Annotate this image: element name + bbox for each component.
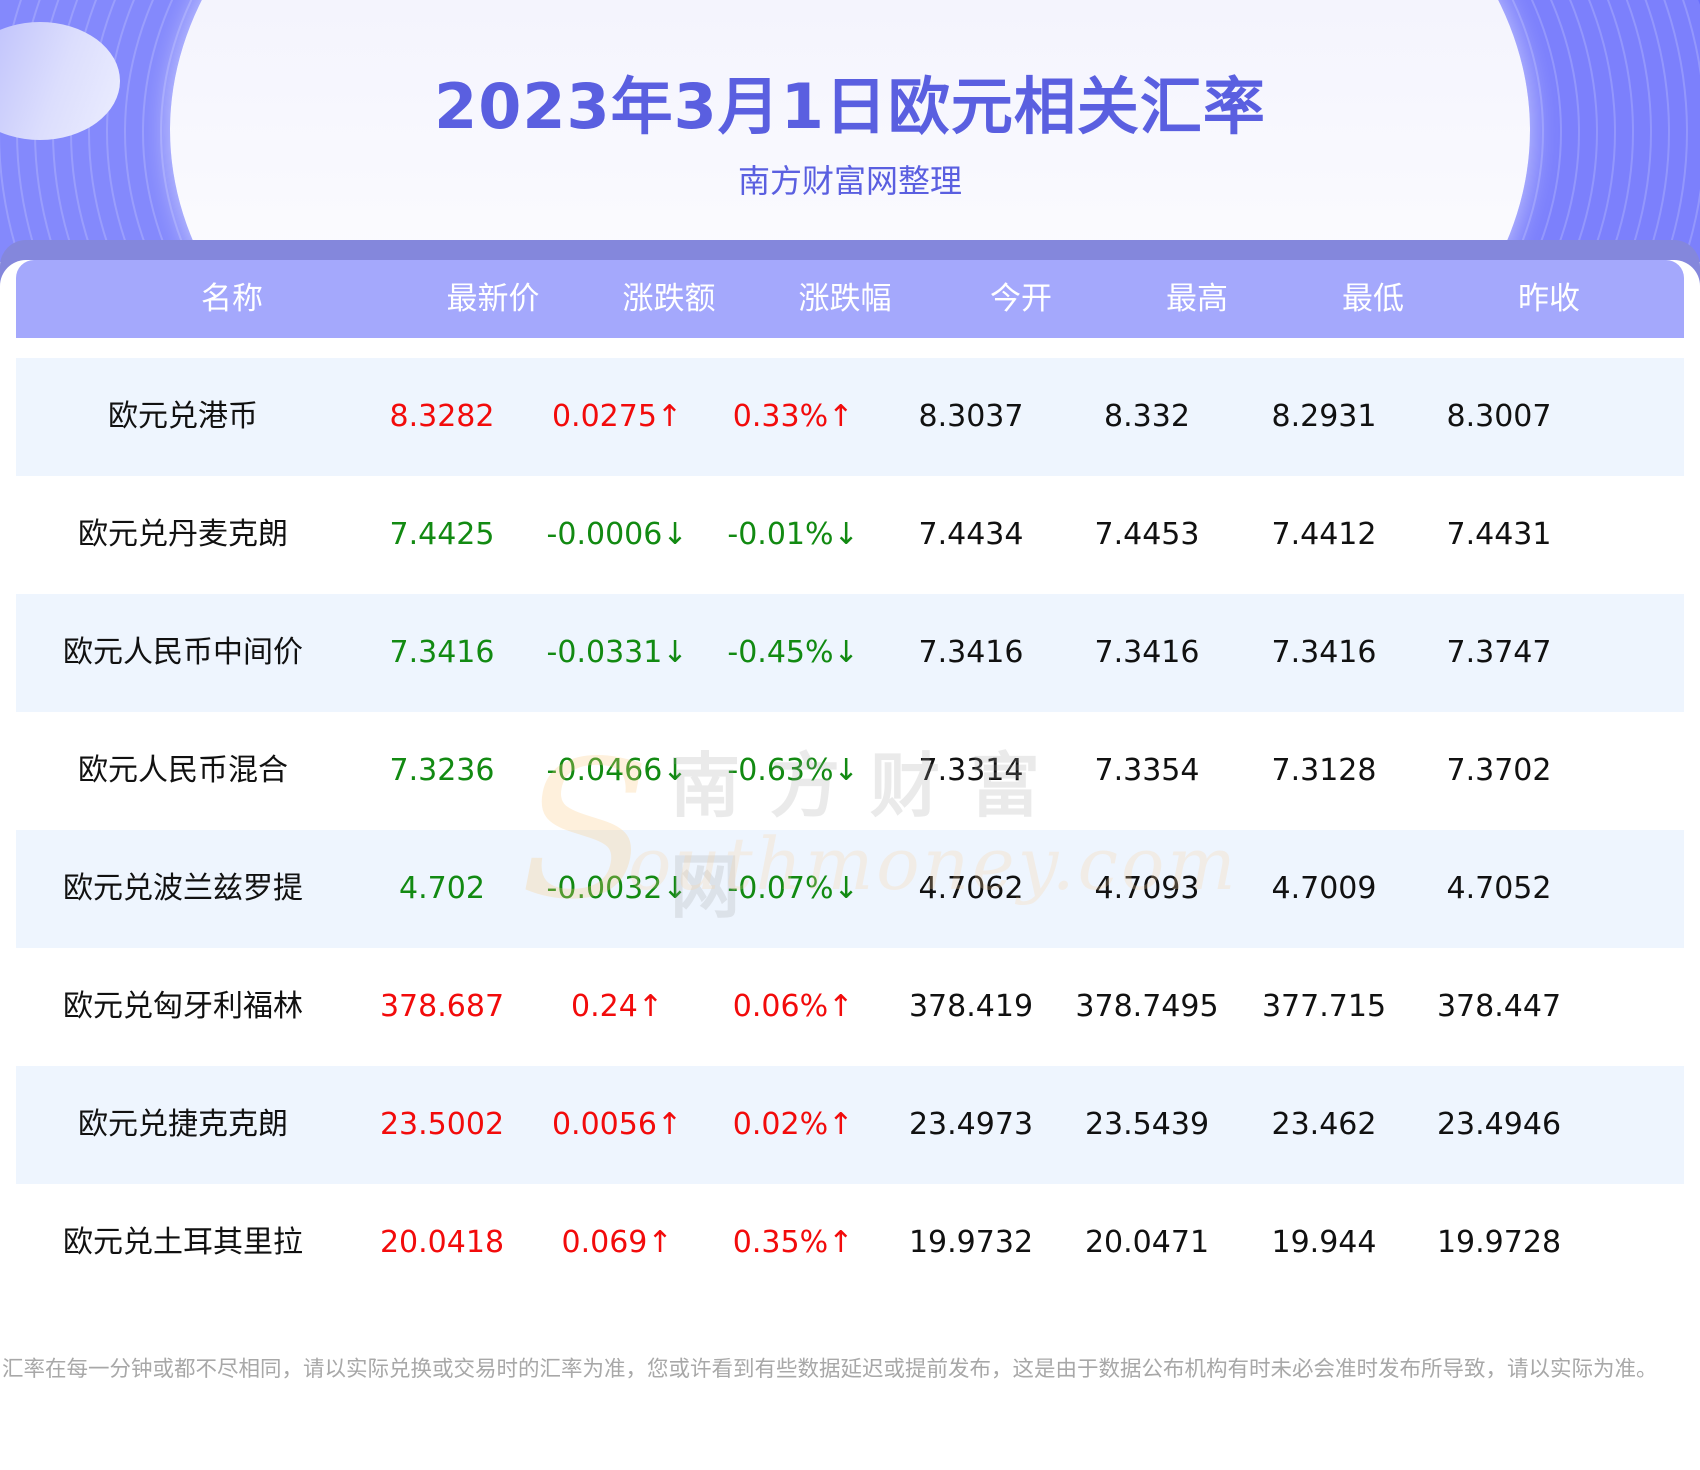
cell-low: 23.462 [1271, 1107, 1377, 1142]
cell-low: 7.4412 [1271, 517, 1377, 552]
cell-high: 8.332 [1104, 399, 1190, 434]
column-header-low: 最低 [1342, 281, 1404, 317]
cell-pct: -0.07%↓ [727, 871, 859, 906]
table-header-row: 名称 最新价 涨跌额 涨跌幅 今开 最高 最低 昨收 [16, 260, 1684, 338]
cell-name: 欧元兑丹麦克朗 [78, 517, 288, 552]
page-subtitle: 南方财富网整理 [737, 162, 962, 200]
cell-open: 8.3037 [918, 399, 1024, 434]
cell-name: 欧元人民币混合 [78, 753, 288, 788]
cell-name: 欧元兑匈牙利福林 [63, 989, 303, 1024]
cell-high: 4.7093 [1094, 871, 1200, 906]
cell-latest: 378.687 [379, 989, 505, 1024]
cell-name: 欧元兑港币 [108, 399, 258, 434]
cell-low: 4.7009 [1271, 871, 1377, 906]
cell-high: 23.5439 [1084, 1107, 1210, 1142]
cell-pct: 0.33%↑ [732, 399, 854, 434]
cell-low: 7.3416 [1271, 635, 1377, 670]
column-header-change: 涨跌额 [622, 281, 716, 317]
cell-low: 377.715 [1261, 989, 1387, 1024]
cell-name: 欧元兑土耳其里拉 [63, 1225, 303, 1260]
cell-low: 19.944 [1271, 1225, 1377, 1260]
cell-prev: 4.7052 [1446, 871, 1552, 906]
column-header-open: 今开 [990, 281, 1052, 317]
cell-open: 4.7062 [918, 871, 1024, 906]
cell-name: 欧元人民币中间价 [63, 635, 303, 670]
cell-latest: 20.0418 [379, 1225, 505, 1260]
exchange-rate-table: 名称 最新价 涨跌额 涨跌幅 今开 最高 最低 昨收 欧元兑港币 8.3282 0.… [16, 260, 1684, 1260]
cell-latest: 7.3416 [389, 635, 495, 670]
column-header-prev: 昨收 [1518, 281, 1580, 317]
cell-change: -0.0331↓ [546, 635, 688, 670]
header-banner: 2023年3月1日欧元相关汇率 南方财富网整理 [0, 0, 1700, 262]
cell-change: -0.0006↓ [546, 517, 688, 552]
cell-latest: 7.3236 [389, 753, 495, 788]
cell-low: 8.2931 [1271, 399, 1377, 434]
cell-high: 7.3416 [1094, 635, 1200, 670]
cell-prev: 8.3007 [1446, 399, 1552, 434]
table-row: 欧元人民币中间价 7.3416 -0.0331↓ -0.45%↓ 7.3416 7.341… [16, 594, 1684, 712]
cell-pct: -0.01%↓ [727, 517, 859, 552]
cell-pct: 0.02%↑ [732, 1107, 854, 1142]
cell-latest: 7.4425 [389, 517, 495, 552]
cell-prev: 19.9728 [1436, 1225, 1562, 1260]
cell-change: 0.069↑ [561, 1225, 673, 1260]
cell-prev: 378.447 [1436, 989, 1562, 1024]
cell-pct: 0.06%↑ [732, 989, 854, 1024]
cell-change: 0.24↑ [571, 989, 663, 1024]
table-row: 欧元兑土耳其里拉 20.0418 0.069↑ 0.35%↑ 19.9732 20.047… [16, 1184, 1684, 1302]
cell-open: 378.419 [908, 989, 1034, 1024]
cell-latest: 4.702 [399, 871, 485, 906]
table-row: 欧元兑捷克克朗 23.5002 0.0056↑ 0.02%↑ 23.4973 23.543… [16, 1066, 1684, 1184]
cell-open: 7.3314 [918, 753, 1024, 788]
column-header-high: 最高 [1166, 281, 1228, 317]
table-row: 欧元兑港币 8.3282 0.0275↑ 0.33%↑ 8.3037 8.332 8.293… [16, 358, 1684, 476]
cell-pct: -0.63%↓ [727, 753, 859, 788]
cell-open: 23.4973 [908, 1107, 1034, 1142]
table-row: 欧元兑波兰兹罗提 4.702 -0.0032↓ -0.07%↓ 4.7062 4.7093… [16, 830, 1684, 948]
cell-prev: 7.3702 [1446, 753, 1552, 788]
cell-open: 19.9732 [908, 1225, 1034, 1260]
cell-change: 0.0056↑ [551, 1107, 683, 1142]
cell-pct: -0.45%↓ [727, 635, 859, 670]
cell-low: 7.3128 [1271, 753, 1377, 788]
cell-prev: 7.4431 [1446, 517, 1552, 552]
cell-pct: 0.35%↑ [732, 1225, 854, 1260]
cell-high: 20.0471 [1084, 1225, 1210, 1260]
table-body: 欧元兑港币 8.3282 0.0275↑ 0.33%↑ 8.3037 8.332 8.293… [16, 358, 1684, 1302]
cell-latest: 8.3282 [389, 399, 495, 434]
cell-high: 7.4453 [1094, 517, 1200, 552]
page-title: 2023年3月1日欧元相关汇率 [434, 70, 1266, 143]
table-row: 欧元兑匈牙利福林 378.687 0.24↑ 0.06%↑ 378.419 378.749… [16, 948, 1684, 1066]
cell-prev: 7.3747 [1446, 635, 1552, 670]
disclaimer-text: 汇率在每一分钟或都不尽相同，请以实际兑换或交易时的汇率为准，您或许看到有些数据延… [2, 1357, 1658, 1382]
table-row: 欧元人民币混合 7.3236 -0.0466↓ -0.63%↓ 7.3314 7.3354… [16, 712, 1684, 830]
cell-prev: 23.4946 [1436, 1107, 1562, 1142]
column-header-latest: 最新价 [446, 281, 540, 317]
column-header-name: 名称 [201, 281, 263, 317]
cell-open: 7.3416 [918, 635, 1024, 670]
cell-latest: 23.5002 [379, 1107, 505, 1142]
cell-change: 0.0275↑ [551, 399, 683, 434]
cell-high: 7.3354 [1094, 753, 1200, 788]
cell-name: 欧元兑捷克克朗 [78, 1107, 288, 1142]
cell-high: 378.7495 [1075, 989, 1219, 1024]
cell-change: -0.0032↓ [546, 871, 688, 906]
cell-change: -0.0466↓ [546, 753, 688, 788]
column-header-pct: 涨跌幅 [798, 281, 892, 317]
cell-name: 欧元兑波兰兹罗提 [63, 871, 303, 906]
cell-open: 7.4434 [918, 517, 1024, 552]
table-row: 欧元兑丹麦克朗 7.4425 -0.0006↓ -0.01%↓ 7.4434 7.4453… [16, 476, 1684, 594]
